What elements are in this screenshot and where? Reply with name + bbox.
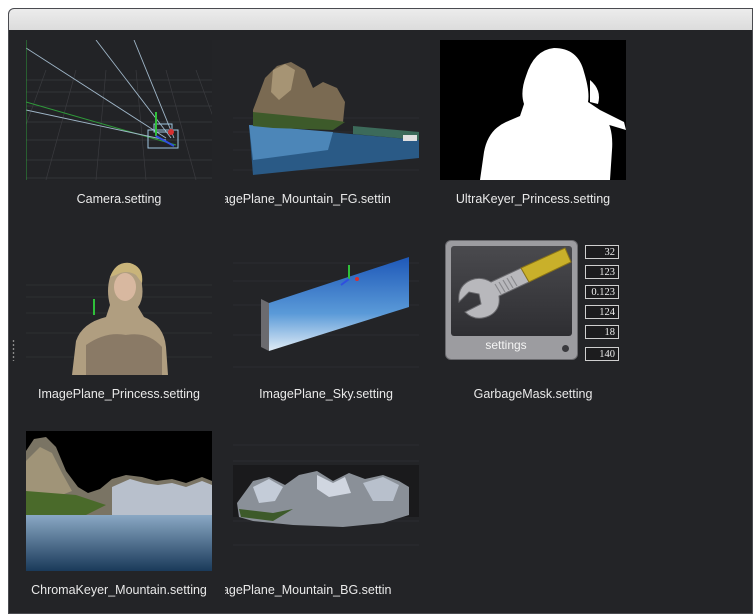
setting-value-6: 140 xyxy=(585,347,619,361)
caption-sky: ImagePlane_Sky.setting xyxy=(259,387,393,401)
setting-value-3: 0.123 xyxy=(585,285,619,299)
caption-mountain-bg-text: nagePlane_Mountain_BG.settin xyxy=(225,583,392,597)
setting-value-5: 18 xyxy=(585,325,619,339)
thumbnail-chromakeyer[interactable] xyxy=(26,431,212,571)
thumbnail-mountain-bg[interactable] xyxy=(233,431,419,571)
thumbnail-garbagemask[interactable]: settings 32 123 0.123 124 18 140 xyxy=(440,235,626,375)
thumbnail-mountain-fg[interactable] xyxy=(233,40,419,180)
setting-value-2: 123 xyxy=(585,265,619,279)
caption-princess: ImagePlane_Princess.setting xyxy=(38,387,200,401)
caption-mountain-bg: nagePlane_Mountain_BG.settin xyxy=(225,583,427,597)
caption-mountain-fg-text: nagePlane_Mountain_FG.settin xyxy=(225,192,391,206)
caption-camera: Camera.setting xyxy=(76,192,162,206)
settings-dot xyxy=(562,345,569,352)
thumbnail-sky[interactable] xyxy=(233,235,419,375)
settings-label: settings xyxy=(485,338,527,352)
setting-value-1: 32 xyxy=(585,245,619,259)
thumbnail-ultrakeyer[interactable] xyxy=(440,40,626,180)
thumbnail-grid: Camera.setting nagePlane_Mountain_FG.set… xyxy=(9,30,752,613)
caption-chromakeyer: ChromaKeyer_Mountain.setting xyxy=(31,583,207,597)
setting-value-4: 124 xyxy=(585,305,619,319)
grip-handle-icon[interactable] xyxy=(12,339,15,361)
caption-garbagemask: GarbageMask.setting xyxy=(473,387,593,401)
window-titlebar[interactable] xyxy=(9,9,752,31)
settings-card: settings xyxy=(446,241,577,359)
thumbnail-camera[interactable] xyxy=(26,40,212,180)
caption-mountain-fg: nagePlane_Mountain_FG.settin xyxy=(225,192,427,206)
caption-ultrakeyer: UltraKeyer_Princess.setting xyxy=(455,192,611,206)
settings-screen xyxy=(451,246,572,336)
wrench-icon xyxy=(458,247,572,319)
thumbnail-princess[interactable] xyxy=(26,235,212,375)
file-browser-window: Camera.setting nagePlane_Mountain_FG.set… xyxy=(8,8,753,614)
